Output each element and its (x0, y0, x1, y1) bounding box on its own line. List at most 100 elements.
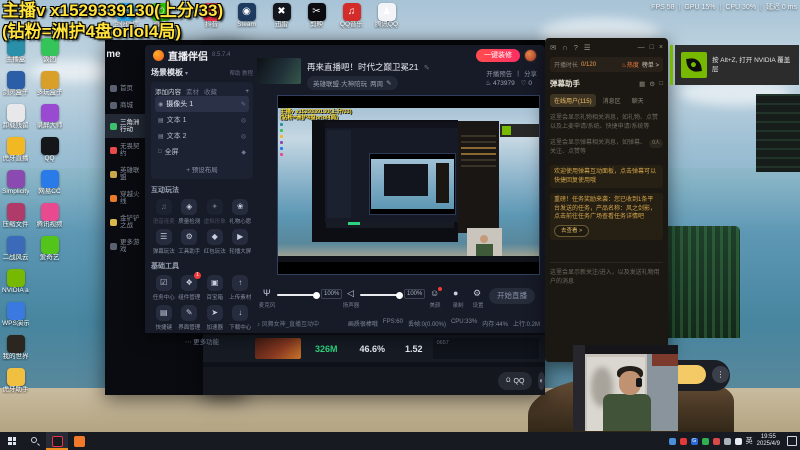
tool-button[interactable]: ↑ 上传素材 (228, 275, 254, 301)
tab-material[interactable]: 素材 (186, 86, 199, 96)
scene-source-item[interactable]: ▤ 文本 2 ◎ (155, 128, 249, 144)
panel-tool-icon[interactable]: ☰ (584, 43, 591, 52)
desktop-icon[interactable]: ✂ 剪映 (303, 3, 330, 29)
section-tool-icon[interactable]: ⚙ (649, 80, 655, 88)
source-action-icon[interactable]: ◎ (241, 117, 246, 124)
panel-tool-icon[interactable]: ∩ (562, 43, 567, 52)
chat-tab[interactable]: 在线用户(115) (550, 94, 596, 107)
scene-source-item[interactable]: □ 全屏 ◆ (155, 144, 249, 160)
desktop-icon[interactable]: 虎牙助手 (2, 368, 29, 394)
wegame-sidebar-item[interactable]: 穿越火线 (105, 186, 145, 210)
source-action-icon[interactable]: ◆ (241, 149, 246, 156)
speaker-volume-slider[interactable] (360, 291, 403, 299)
desktop-icon[interactable]: QQ (36, 137, 63, 163)
minimize-button[interactable]: — (638, 44, 645, 51)
taskbar-app-companion[interactable] (46, 432, 68, 450)
nvidia-toast[interactable]: 按 Alt+Z, 打开 NVIDIA 覆盖层 (670, 45, 799, 85)
source-action-icon[interactable]: ✎ (241, 101, 246, 108)
tool-button[interactable]: ↓ 下载中心 (228, 305, 254, 331)
scene-template-dropdown[interactable]: 场景模板 (151, 67, 183, 78)
source-action-icon[interactable]: ◎ (241, 133, 246, 140)
chat-tab[interactable]: 聊天 (628, 94, 648, 107)
start-button[interactable] (0, 432, 24, 450)
tool-button[interactable]: ◈ 质量检测 (177, 199, 203, 225)
start-streaming-button[interactable]: 开始直播 (489, 288, 535, 304)
wegame-sidebar-item[interactable]: 三角洲行动 (105, 114, 145, 138)
tray-icon[interactable] (679, 437, 687, 445)
scene-source-item[interactable]: ◉ 摄像头 1 ✎ (155, 96, 249, 112)
desktop-icon[interactable]: ◉ Steam (233, 3, 260, 29)
chat-circle-button[interactable]: ◐ (538, 372, 545, 390)
section-tool-icon[interactable]: ▦ (639, 80, 645, 88)
microphone-icon[interactable]: Ψ (263, 288, 271, 298)
section-tool-icon[interactable]: □ (659, 80, 663, 88)
tray-icon[interactable] (712, 437, 720, 445)
scene-source-item[interactable]: ▤ 文本 1 ◎ (155, 112, 249, 128)
wegame-sidebar-item[interactable]: 商城 (105, 97, 145, 114)
wegame-sidebar-item[interactable]: 无畏契约 (105, 138, 145, 162)
desktop-icon[interactable]: 录屏大师 (36, 104, 63, 130)
tray-icon[interactable]: G (690, 437, 698, 445)
desktop-icon[interactable]: ✖ 迅雷 (268, 3, 295, 29)
desktop-icon[interactable]: 卸载残留 (2, 104, 29, 130)
stream-cover-thumbnail[interactable] (257, 58, 301, 84)
tool-button[interactable]: ✦ 虚拟形象 (202, 199, 228, 225)
desktop-icon[interactable]: 压缩文件 (2, 203, 29, 229)
settings-icon[interactable]: ⚙ (473, 288, 481, 299)
tool-button[interactable]: ◆ 红包玩法 (202, 229, 228, 255)
desktop-icon[interactable]: 网易CC (36, 170, 63, 196)
mic-volume-slider[interactable] (277, 291, 320, 299)
desktop-icon[interactable]: 虎牙直播 (2, 137, 29, 163)
tray-icon[interactable] (723, 437, 731, 445)
desktop-icon[interactable]: 剑灵盒子 (2, 71, 29, 97)
tab-add-content[interactable]: 添加内容 (155, 86, 181, 96)
game-thumbnail[interactable] (255, 338, 301, 359)
desktop-icon[interactable]: 多玩盒子 (36, 71, 63, 97)
tutorial-link[interactable]: 教程 (242, 71, 253, 77)
tool-button[interactable]: ❀ 礼物心愿 (228, 199, 254, 225)
panel-tool-icon[interactable]: ✉ (550, 43, 556, 52)
tray-icon[interactable] (701, 437, 709, 445)
speaker-icon[interactable]: ◁ (347, 288, 354, 299)
add-preset-button[interactable]: + 预设布局 (155, 160, 249, 177)
edit-title-icon[interactable]: ✎ (424, 65, 430, 72)
help-link[interactable]: 帮助 (229, 71, 240, 77)
wegame-sidebar-item[interactable]: 金铲铲之战 (105, 210, 145, 234)
tab-favorite[interactable]: 收藏 (204, 86, 217, 96)
tool-button[interactable]: ▣ 百宝箱 (202, 275, 228, 301)
clock[interactable]: 19:55 2025/4/9 (757, 434, 780, 448)
notification-center-icon[interactable] (787, 436, 797, 446)
desktop-icon[interactable]: 爱奇艺 (36, 236, 63, 262)
tool-button[interactable]: ☑ 任务中心 (151, 275, 177, 301)
close-button[interactable]: × (659, 44, 663, 51)
go-view-button[interactable]: 去查看 > (554, 224, 590, 237)
desktop-icon[interactable]: ♫ QQ音乐 (338, 3, 365, 29)
desktop-icon[interactable]: WPS演示 (2, 302, 29, 328)
record-icon[interactable]: ● (453, 288, 458, 298)
desktop-icon[interactable]: ♟ 腾讯QQ (373, 3, 400, 29)
desktop-icon[interactable]: 我的世界 (2, 335, 29, 361)
wegame-sidebar-item[interactable]: 更多游戏 (105, 234, 145, 258)
taskbar-app-wegame[interactable] (68, 432, 90, 450)
tool-button[interactable]: ⚙ 工具助手 (177, 229, 203, 255)
search-icon[interactable] (24, 432, 46, 450)
desktop-icon[interactable]: 二战风云 (2, 236, 29, 262)
panel-tool-icon[interactable]: ? (574, 43, 578, 52)
language-indicator[interactable]: 英 (746, 436, 753, 446)
more-functions-button[interactable]: ⋯ 更多功能 (151, 336, 253, 346)
stream-preview-canvas[interactable]: 主播v x1529339130(上分/33) (钻粉=洲护4盘orlol4局) (277, 95, 540, 275)
desktop-icon[interactable]: NVIDIA app (2, 269, 29, 295)
tool-button[interactable]: ➤ 加速器 (202, 305, 228, 331)
desktop-icon[interactable]: 腾讯视频 (36, 203, 63, 229)
rank-link[interactable]: 榜单 > (642, 60, 659, 69)
desktop-icon[interactable]: Simplicity (2, 170, 29, 196)
wegame-sidebar-item[interactable]: 英雄联盟 (105, 162, 145, 186)
wegame-sidebar-item[interactable]: 首页 (105, 80, 145, 97)
add-source-button[interactable]: + (245, 88, 249, 95)
tool-button[interactable]: ▶ 轮播大屏 (228, 229, 254, 255)
tool-button[interactable]: ♫ 语音连麦 (151, 199, 177, 225)
more-options-button[interactable]: ⋮ (712, 366, 729, 383)
category-pill[interactable]: 英雄联盟·大神陪玩 两周 ✎ (307, 76, 398, 90)
tool-button[interactable]: ▤ 快捷键 (151, 305, 177, 331)
chat-tab[interactable]: 消息区 (599, 94, 625, 107)
